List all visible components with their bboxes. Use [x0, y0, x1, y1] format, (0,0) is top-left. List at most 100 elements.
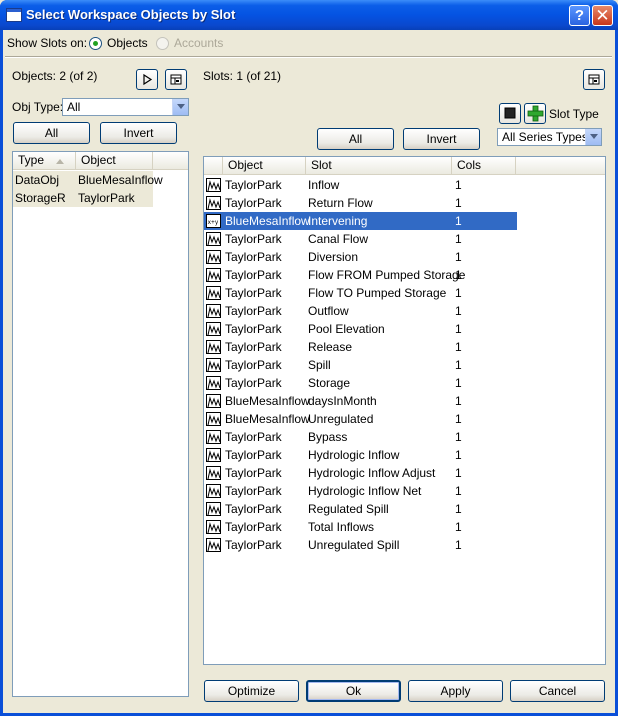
series-slot-icon [206, 358, 221, 372]
chevron-down-icon[interactable] [172, 99, 188, 115]
close-button[interactable]: ✕ [592, 5, 613, 26]
table-row[interactable]: BlueMesaInflow Unregulated 1 [204, 410, 517, 428]
table-row[interactable]: TaylorPark Flow FROM Pumped Storage 1 [204, 266, 517, 284]
series-slot-icon [206, 502, 221, 516]
table-row[interactable]: TaylorPark Canal Flow 1 [204, 230, 517, 248]
obj-type-value: All [67, 100, 81, 114]
row-cols: 1 [455, 376, 462, 390]
series-slot-icon [206, 538, 221, 552]
row-object: BlueMesaInflow [225, 394, 310, 408]
slot-column-header[interactable]: Slot [306, 157, 452, 175]
chevron-down-icon[interactable] [585, 129, 601, 145]
series-slot-icon [206, 286, 221, 300]
row-slot: Hydrologic Inflow [308, 448, 400, 462]
row-object: TaylorPark [225, 358, 282, 372]
title-bar[interactable]: Select Workspace Objects by Slot ? ✕ [0, 0, 618, 30]
series-slot-icon [206, 466, 221, 480]
row-cols: 1 [455, 214, 462, 228]
icon-column-header [204, 157, 223, 175]
row-object: BlueMesaInflow [225, 214, 310, 228]
row-object: BlueMesaInflow [225, 412, 310, 426]
table-row[interactable]: TaylorPark Storage 1 [204, 374, 517, 392]
objects-radio[interactable] [89, 37, 102, 50]
expression-slot-icon: x+y [206, 214, 221, 228]
series-type-dropdown[interactable]: All Series Types [497, 128, 602, 146]
table-row[interactable]: TaylorPark Hydrologic Inflow Net 1 [204, 482, 517, 500]
row-cols: 1 [455, 286, 462, 300]
cols-column-header[interactable]: Cols [452, 157, 516, 175]
row-slot: Release [308, 340, 353, 354]
add-slot-type-button[interactable] [524, 103, 546, 124]
row-slot: Canal Flow [308, 232, 369, 246]
plus-icon [527, 105, 544, 122]
row-cols: 1 [455, 250, 462, 264]
series-slot-icon [206, 430, 221, 444]
object-column-header[interactable]: Object [223, 157, 306, 175]
table-row[interactable]: TaylorPark Return Flow 1 [204, 194, 517, 212]
row-object: TaylorPark [225, 466, 282, 480]
table-row[interactable]: TaylorPark Flow TO Pumped Storage 1 [204, 284, 517, 302]
row-object: TaylorPark [225, 232, 282, 246]
row-object: TaylorPark [225, 502, 282, 516]
table-row[interactable]: TaylorPark Pool Elevation 1 [204, 320, 517, 338]
table-row[interactable]: TaylorPark Bypass 1 [204, 428, 517, 446]
table-row[interactable]: TaylorPark Hydrologic Inflow Adjust 1 [204, 464, 517, 482]
objects-invert-button[interactable]: Invert [100, 122, 177, 144]
list-options-button[interactable] [165, 69, 187, 90]
row-slot: Regulated Spill [308, 502, 389, 516]
stop-button[interactable] [499, 103, 521, 124]
help-button[interactable]: ? [569, 5, 590, 26]
row-slot: Outflow [308, 304, 349, 318]
row-object: TaylorPark [78, 191, 135, 205]
table-row[interactable]: TaylorPark Regulated Spill 1 [204, 500, 517, 518]
list-options-icon [170, 74, 182, 85]
row-object: TaylorPark [225, 286, 282, 300]
table-row[interactable]: TaylorPark Hydrologic Inflow 1 [204, 446, 517, 464]
series-slot-icon [206, 178, 221, 192]
row-cols: 1 [455, 358, 462, 372]
row-slot: Hydrologic Inflow Net [308, 484, 422, 498]
row-cols: 1 [455, 232, 462, 246]
list-item[interactable]: StorageR TaylorPark [13, 189, 153, 207]
close-icon: ✕ [595, 6, 610, 25]
ok-button[interactable]: Ok [306, 680, 401, 702]
cancel-button[interactable]: Cancel [510, 680, 605, 702]
table-row[interactable]: TaylorPark Release 1 [204, 338, 517, 356]
table-row[interactable]: BlueMesaInflow daysInMonth 1 [204, 392, 517, 410]
object-column-header[interactable]: Object [76, 152, 153, 170]
row-slot: Total Inflows [308, 520, 375, 534]
row-object: TaylorPark [225, 196, 282, 210]
row-object: TaylorPark [225, 178, 282, 192]
table-row[interactable]: TaylorPark Total Inflows 1 [204, 518, 517, 536]
objects-radio-label[interactable]: Objects [107, 36, 148, 50]
type-column-header[interactable]: Type [13, 152, 76, 170]
row-cols: 1 [455, 520, 462, 534]
slots-options-button[interactable] [583, 69, 605, 90]
row-object: TaylorPark [225, 250, 282, 264]
table-row[interactable]: x+y BlueMesaInflow Intervening 1 [204, 212, 517, 230]
play-button[interactable] [136, 69, 158, 90]
table-row[interactable]: TaylorPark Outflow 1 [204, 302, 517, 320]
series-slot-icon [206, 268, 221, 282]
row-object: TaylorPark [225, 520, 282, 534]
objects-all-button[interactable]: All [13, 122, 90, 144]
table-row[interactable]: TaylorPark Unregulated Spill 1 [204, 536, 517, 554]
row-slot: Pool Elevation [308, 322, 385, 336]
table-row[interactable]: TaylorPark Spill 1 [204, 356, 517, 374]
objects-list[interactable]: Type Object DataObj BlueMesaInflow Stora… [12, 151, 189, 697]
row-cols: 1 [455, 322, 462, 336]
row-slot: Unregulated Spill [308, 538, 400, 552]
row-slot: Storage [308, 376, 351, 390]
optimize-button[interactable]: Optimize [204, 680, 299, 702]
obj-type-dropdown[interactable]: All [62, 98, 189, 116]
list-item[interactable]: DataObj BlueMesaInflow [13, 171, 163, 189]
slots-all-button[interactable]: All [317, 128, 394, 150]
slots-invert-button[interactable]: Invert [403, 128, 480, 150]
slots-list[interactable]: Object Slot Cols TaylorPark Inflow 1 Taylor… [203, 156, 606, 665]
apply-button[interactable]: Apply [408, 680, 503, 702]
list-options-icon [588, 74, 600, 85]
table-row[interactable]: TaylorPark Inflow 1 [204, 176, 517, 194]
table-row[interactable]: TaylorPark Diversion 1 [204, 248, 517, 266]
question-mark-icon: ? [574, 7, 585, 24]
row-cols: 1 [455, 340, 462, 354]
